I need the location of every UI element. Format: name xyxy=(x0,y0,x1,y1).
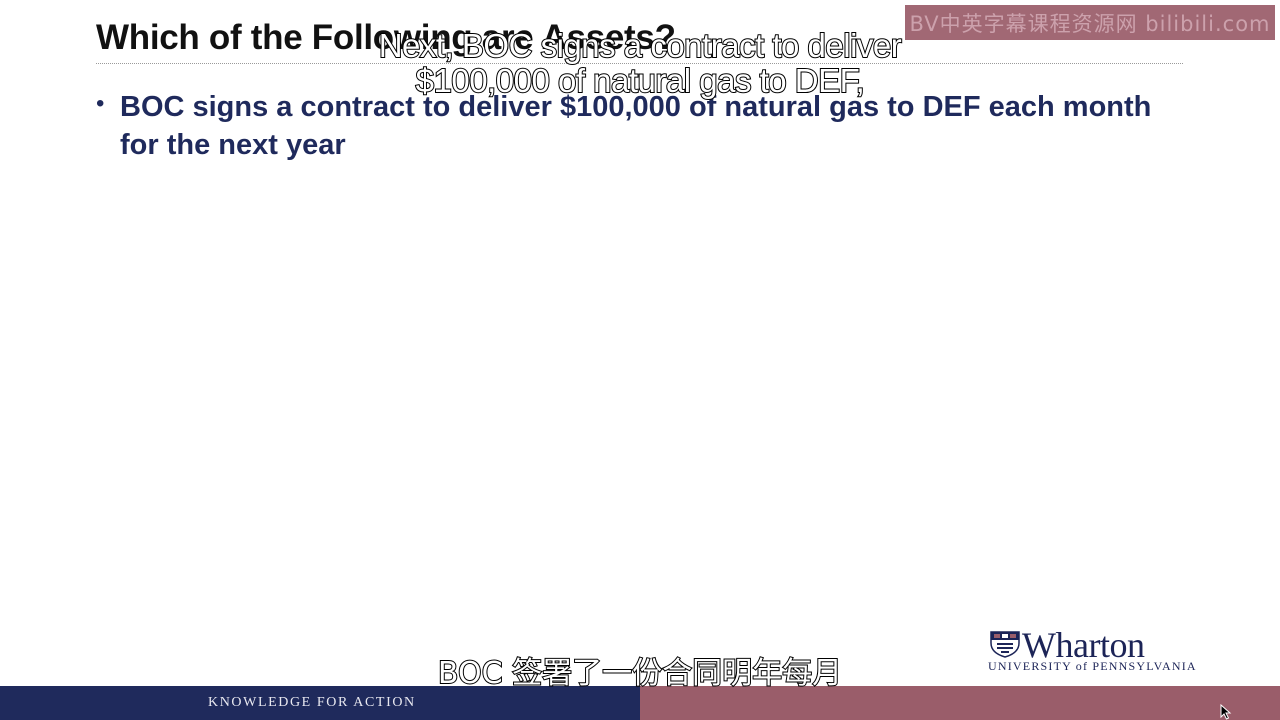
english-subtitle-line-1: Next, BOC signs a contract to deliver xyxy=(378,27,903,64)
english-subtitle: Next, BOC signs a contract to deliver $1… xyxy=(0,27,1280,99)
presentation-slide: Which of the Following are Assets? • BOC… xyxy=(0,0,1280,720)
bullet-list: • BOC signs a contract to deliver $100,0… xyxy=(96,88,1186,164)
bullet-item: • BOC signs a contract to deliver $100,0… xyxy=(96,88,1186,164)
bullet-text: BOC signs a contract to deliver $100,000… xyxy=(120,91,1152,161)
mouse-cursor-icon xyxy=(1220,704,1232,720)
footer-tagline: KNOWLEDGE FOR ACTION xyxy=(208,695,416,710)
english-subtitle-line-2: $100,000 of natural gas to DEF, xyxy=(415,62,866,99)
chinese-subtitle: BOC 签署了一份合同明年每月 xyxy=(437,655,843,692)
penn-shield-icon xyxy=(990,631,1020,658)
